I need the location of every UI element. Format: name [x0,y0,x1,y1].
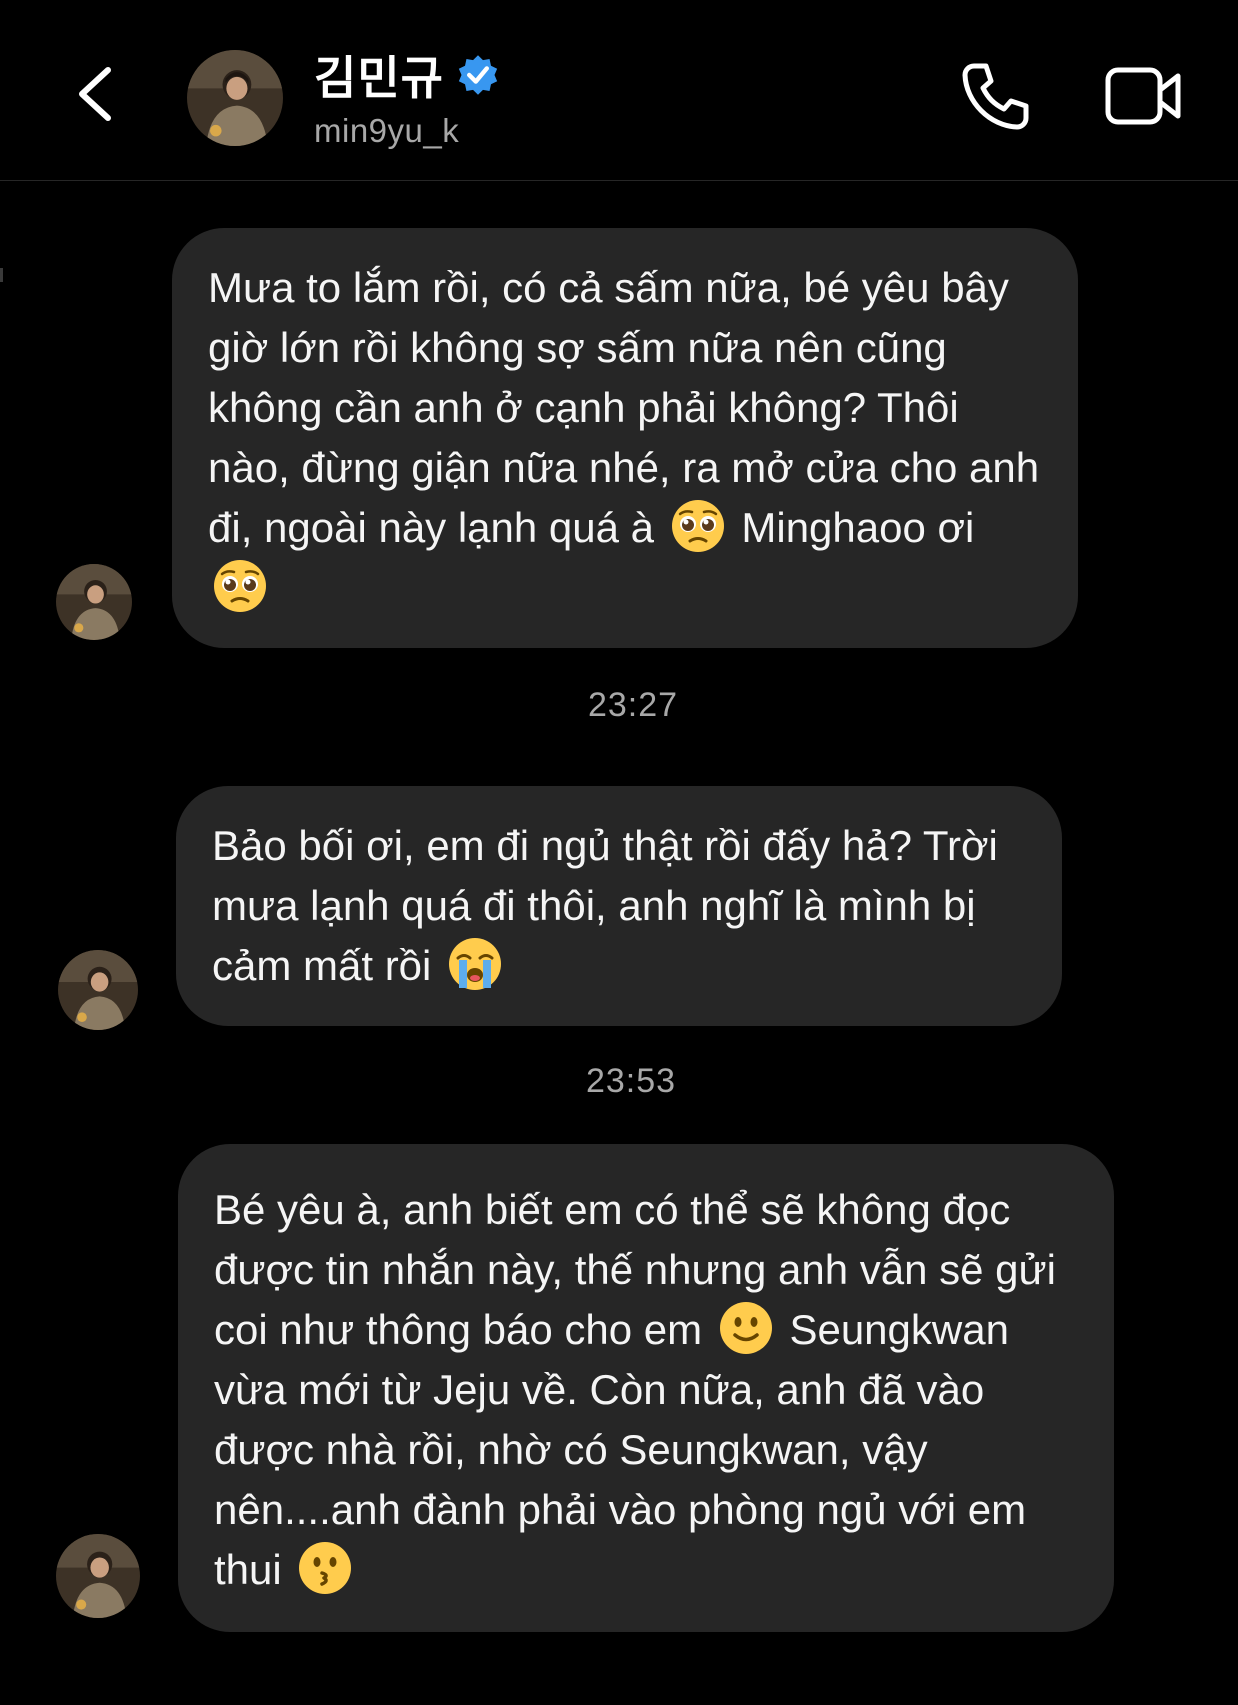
pleading-face-emoji [212,558,268,614]
contact-name-row[interactable]: 김민규 [314,46,500,104]
sender-avatar[interactable] [56,564,132,640]
video-camera-icon [1105,67,1181,125]
contact-username[interactable]: min9yu_k [314,112,459,150]
message-timestamp: 23:27 [587,686,679,724]
message-timestamp: 23:53 [585,1062,677,1100]
sender-avatar[interactable] [58,950,138,1030]
phone-icon [962,63,1029,130]
message-bubble[interactable]: Mưa to lắm rồi, có cả sấm nữa, bé yêu bâ… [172,228,1078,648]
chat-header: 김민규 min9yu_k [0,0,1238,181]
verified-badge-icon [458,55,498,95]
back-chevron-icon [79,67,111,121]
contact-avatar[interactable] [187,50,283,146]
message-bubble[interactable]: Bảo bối ơi, em đi ngủ thật rồi đấy hả? T… [176,786,1062,1026]
message-text: Bảo bối ơi, em đi ngủ thật rồi đấy hả? T… [212,822,1010,989]
pleading-face-emoji [670,498,726,554]
scroll-edge-indicator [0,268,3,282]
audio-call-button[interactable] [960,60,1032,132]
message-text: Minghaoo ơi [741,504,975,551]
sender-avatar[interactable] [56,1534,140,1618]
video-call-button[interactable] [1104,64,1184,128]
back-button[interactable] [70,62,130,142]
slightly-smiling-face-emoji [718,1300,774,1356]
message-bubble[interactable]: Bé yêu à, anh biết em có thể sẽ không đọ… [178,1144,1114,1632]
kissing-face-emoji [297,1540,353,1596]
loudly-crying-face-emoji [447,936,503,992]
contact-name: 김민규 [314,52,444,104]
